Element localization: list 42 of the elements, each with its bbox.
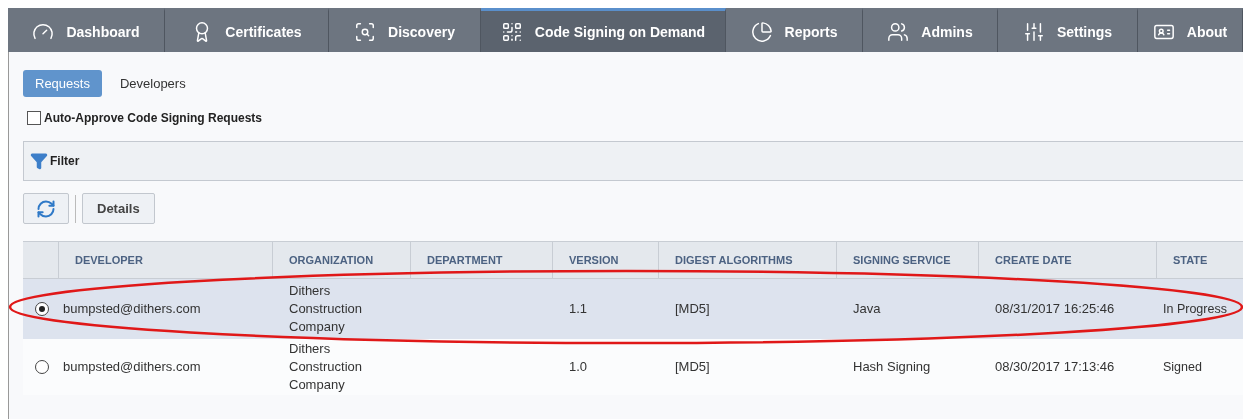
table-row[interactable]: bumpsted@dithers.com Dithers Construction Company 1.1 [MD5] Java 08/31/2017 16:25:46 In Progress [23, 279, 1243, 339]
table-cell: 1.0 [569, 358, 588, 376]
table-cell: [MD5] [675, 358, 710, 376]
column-header[interactable]: SIGNING SERVICE [837, 241, 979, 279]
table-cell: Hash Signing [853, 358, 931, 376]
grid-icon [500, 20, 523, 43]
radio-button[interactable] [35, 360, 49, 374]
details-button[interactable]: Details [82, 193, 155, 224]
refresh-button[interactable] [23, 193, 69, 224]
table-cell-text: Dithers Construction Company [289, 282, 363, 336]
pie-chart-icon [750, 20, 773, 43]
users-icon [887, 20, 910, 43]
column-header[interactable]: VERSION [553, 241, 659, 279]
table-cell: bumpsted@dithers.com [63, 300, 201, 318]
sub-tab[interactable]: Requests [23, 70, 102, 97]
scan-icon [354, 20, 377, 43]
filter-bar[interactable]: Filter [23, 141, 1243, 181]
column-header[interactable]: DIGEST ALGORITHMS [659, 241, 837, 279]
radio-button[interactable] [35, 302, 49, 316]
table-cell: 08/31/2017 16:25:46 [995, 300, 1115, 318]
nav-tab[interactable]: Code Signing on Demand [481, 8, 726, 52]
checkbox-label: Auto-Approve Code Signing Requests [44, 111, 262, 125]
table-cell: Java [853, 300, 881, 318]
table-cell-text: In Progress [1163, 301, 1227, 318]
table-cell: bumpsted@dithers.com [63, 358, 201, 376]
table-cell-text: Signed [1163, 359, 1202, 376]
column-header[interactable]: DEPARTMENT [411, 241, 553, 279]
column-header[interactable]: DEVELOPER [59, 241, 273, 279]
table-cell: 08/30/2017 17:13:46 [995, 358, 1115, 376]
table-cell-text: Dithers Construction Company [289, 340, 363, 394]
filter-label: Filter [50, 154, 80, 168]
column-header[interactable]: ORGANIZATION [273, 241, 411, 279]
checkbox[interactable] [27, 111, 41, 125]
column-header[interactable]: STATE [1157, 241, 1243, 279]
column-header[interactable]: CREATE DATE [979, 241, 1157, 279]
sliders-icon [1022, 20, 1045, 43]
refresh-icon [36, 198, 56, 219]
filter-icon [30, 152, 48, 170]
sub-tab[interactable]: Developers [107, 70, 198, 97]
table-cell: 1.1 [569, 300, 588, 318]
table-cell: [MD5] [675, 300, 710, 318]
header-cell [23, 241, 59, 279]
